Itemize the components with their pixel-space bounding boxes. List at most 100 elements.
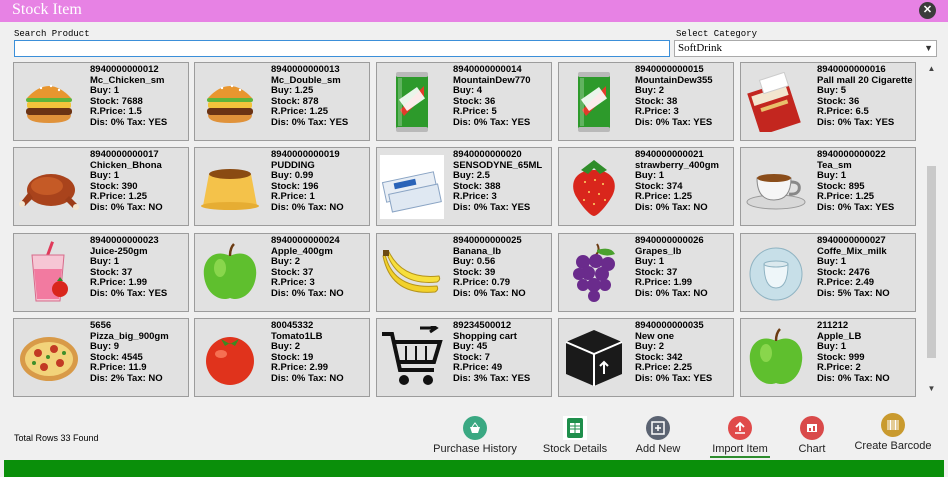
product-info: 8940000000013 Mc_Double_sm Buy: 1.25 Sto…: [271, 64, 349, 129]
tea-cup-icon: [744, 151, 808, 223]
product-card[interactable]: 80045332 Tomato1LB Buy: 2 Stock: 19 R.Pr…: [194, 318, 370, 397]
shopping-cart-icon: [380, 322, 444, 394]
product-card[interactable]: 8940000000027 Coffe_Mix_milk Buy: 1 Stoc…: [740, 233, 916, 312]
product-card[interactable]: 89234500012 Shopping cart Buy: 45 Stock:…: [376, 318, 552, 397]
product-card[interactable]: 8940000000013 Mc_Double_sm Buy: 1.25 Sto…: [194, 62, 370, 141]
product-discount-tax: Dis: 3% Tax: YES: [453, 372, 531, 384]
upload-icon: [728, 416, 752, 440]
product-discount-tax: Dis: 0% Tax: NO: [271, 201, 344, 213]
product-card[interactable]: 8940000000024 Apple_400gm Buy: 2 Stock: …: [194, 233, 370, 312]
product-discount-tax: Dis: 5% Tax: NO: [817, 287, 890, 299]
product-card[interactable]: 8940000000021 strawberry_400gm Buy: 1 St…: [558, 147, 734, 226]
product-discount-tax: Dis: 0% Tax: YES: [635, 116, 713, 128]
status-footer-bar: [4, 460, 944, 477]
product-discount-tax: Dis: 0% Tax: NO: [271, 287, 344, 299]
product-code: 211212: [817, 320, 849, 331]
chart-button[interactable]: Chart: [795, 416, 829, 455]
scroll-down-icon[interactable]: ▼: [925, 384, 938, 396]
product-info: 211212 Apple_LB Buy: 1 Stock: 999 R.Pric…: [817, 320, 890, 385]
soda-can-icon: [380, 66, 444, 138]
add-new-button[interactable]: Add New: [632, 416, 684, 455]
product-info: 8940000000026 Grapes_lb Buy: 1 Stock: 37…: [635, 235, 708, 300]
toothpaste-icon: [380, 151, 444, 223]
scrollbar-thumb[interactable]: [927, 166, 936, 358]
toolbar-button-label: Chart: [798, 443, 826, 455]
product-card[interactable]: 8940000000016 Pall mall 20 Cigarette Buy…: [740, 62, 916, 141]
product-card[interactable]: 8940000000017 Chicken_Bhona Buy: 1 Stock…: [13, 147, 189, 226]
product-card[interactable]: 8940000000019 PUDDING Buy: 0.99 Stock: 1…: [194, 147, 370, 226]
product-card[interactable]: 5656 Pizza_big_900gm Buy: 9 Stock: 4545 …: [13, 318, 189, 397]
green-apple-icon: [744, 322, 808, 394]
create-barcode-button[interactable]: Create Barcode: [852, 413, 934, 452]
grapes-icon: [562, 237, 626, 309]
product-code: 80045332: [271, 320, 314, 331]
pudding-icon: [198, 151, 262, 223]
product-card[interactable]: 8940000000025 Banana_lb Buy: 0.56 Stock:…: [376, 233, 552, 312]
close-icon[interactable]: ✕: [919, 2, 936, 19]
toolbar-button-label: Stock Details: [542, 443, 608, 455]
product-card[interactable]: 211212 Apple_LB Buy: 1 Stock: 999 R.Pric…: [740, 318, 916, 397]
product-discount-tax: Dis: 0% Tax: YES: [817, 201, 895, 213]
product-discount-tax: Dis: 0% Tax: NO: [817, 372, 890, 384]
strawberry-icon: [562, 151, 626, 223]
product-code: 8940000000026: [635, 235, 704, 246]
product-code: 8940000000015: [635, 64, 704, 75]
product-info: 8940000000020 SENSODYNE_65ML Buy: 2.5 St…: [453, 149, 542, 214]
product-info: 8940000000025 Banana_lb Buy: 0.56 Stock:…: [453, 235, 526, 300]
purchase-history-button[interactable]: Purchase History: [432, 416, 518, 455]
stock-details-button[interactable]: Stock Details: [540, 416, 610, 455]
chart-icon: [800, 416, 824, 440]
product-code: 89234500012: [453, 320, 512, 331]
active-underline: [710, 456, 770, 458]
product-code: 8940000000021: [635, 149, 704, 160]
soda-can-icon: [562, 66, 626, 138]
vertical-scrollbar[interactable]: ▲ ▼: [925, 62, 938, 398]
product-discount-tax: Dis: 0% Tax: NO: [90, 201, 163, 213]
product-card[interactable]: 8940000000035 New one Buy: 2 Stock: 342 …: [558, 318, 734, 397]
product-discount-tax: Dis: 0% Tax: NO: [635, 287, 708, 299]
coffee-cup-icon: [744, 237, 808, 309]
toolbar-button-label: Purchase History: [433, 443, 517, 455]
product-info: 8940000000023 Juice-250gm Buy: 1 Stock: …: [90, 235, 168, 300]
toolbar-button-label: Add New: [635, 443, 681, 455]
product-card[interactable]: 8940000000015 MountainDew355 Buy: 2 Stoc…: [558, 62, 734, 141]
product-card[interactable]: 8940000000014 MountainDew770 Buy: 4 Stoc…: [376, 62, 552, 141]
product-code: 8940000000035: [635, 320, 704, 331]
product-info: 8940000000015 MountainDew355 Buy: 2 Stoc…: [635, 64, 713, 129]
product-discount-tax: Dis: 0% Tax: YES: [90, 287, 168, 299]
roast-chicken-icon: [17, 151, 81, 223]
product-card[interactable]: 8940000000023 Juice-250gm Buy: 1 Stock: …: [13, 233, 189, 312]
product-code: 8940000000012: [90, 64, 159, 75]
window-title: Stock Item: [12, 1, 82, 18]
search-label: Search Product: [14, 29, 90, 39]
product-code: 8940000000022: [817, 149, 886, 160]
product-card[interactable]: 8940000000020 SENSODYNE_65ML Buy: 2.5 St…: [376, 147, 552, 226]
spreadsheet-icon: [563, 416, 587, 440]
chevron-down-icon: ▼: [924, 43, 933, 53]
pizza-icon: [17, 322, 81, 394]
product-discount-tax: Dis: 0% Tax: YES: [817, 116, 895, 128]
banana-icon: [380, 237, 444, 309]
title-bar: Stock Item ✕: [0, 0, 948, 22]
product-code: 8940000000014: [453, 64, 522, 75]
search-input[interactable]: [14, 40, 670, 57]
product-info: 8940000000019 PUDDING Buy: 0.99 Stock: 1…: [271, 149, 344, 214]
product-info: 80045332 Tomato1LB Buy: 2 Stock: 19 R.Pr…: [271, 320, 344, 385]
product-discount-tax: Dis: 0% Tax: NO: [271, 372, 344, 384]
import-item-button[interactable]: Import Item: [710, 416, 770, 458]
scroll-up-icon[interactable]: ▲: [925, 64, 938, 76]
product-discount-tax: Dis: 0% Tax: YES: [453, 201, 531, 213]
product-info: 8940000000022 Tea_sm Buy: 1 Stock: 895 R…: [817, 149, 895, 214]
product-discount-tax: Dis: 0% Tax: YES: [271, 116, 349, 128]
toolbar-button-label: Create Barcode: [854, 440, 932, 452]
product-card[interactable]: 8940000000022 Tea_sm Buy: 1 Stock: 895 R…: [740, 147, 916, 226]
product-discount-tax: Dis: 0% Tax: NO: [453, 287, 526, 299]
product-info: 8940000000016 Pall mall 20 Cigarette Buy…: [817, 64, 913, 129]
total-rows-text: Total Rows 33 Found: [14, 433, 99, 443]
product-grid: 8940000000012 Mc_Chicken_sm Buy: 1 Stock…: [13, 62, 923, 398]
category-select[interactable]: SoftDrink ▼: [674, 40, 937, 57]
product-code: 8940000000020: [453, 149, 522, 160]
product-info: 8940000000024 Apple_400gm Buy: 2 Stock: …: [271, 235, 344, 300]
product-card[interactable]: 8940000000026 Grapes_lb Buy: 1 Stock: 37…: [558, 233, 734, 312]
product-card[interactable]: 8940000000012 Mc_Chicken_sm Buy: 1 Stock…: [13, 62, 189, 141]
